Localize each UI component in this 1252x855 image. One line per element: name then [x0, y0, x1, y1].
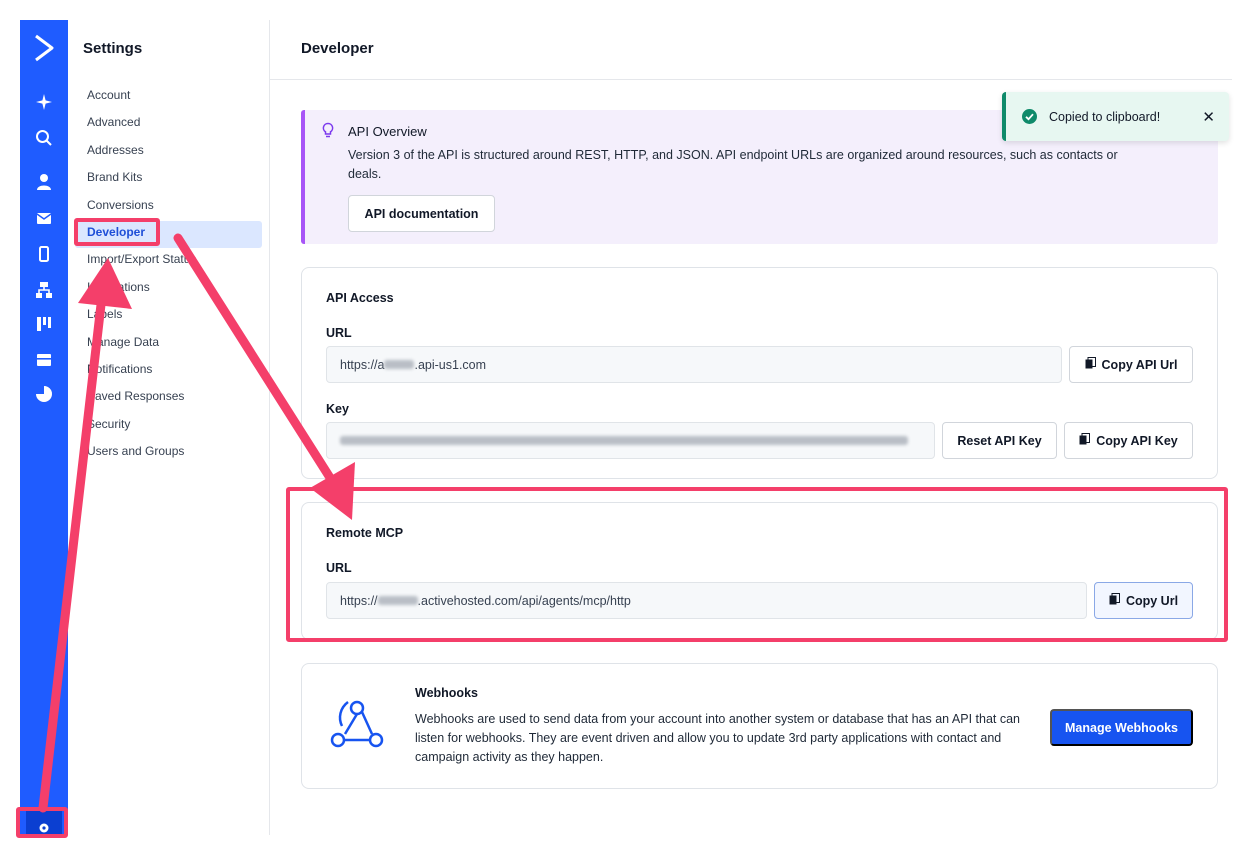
sidebar-item-conversions[interactable]: Conversions — [75, 194, 262, 221]
api-key-label: Key — [326, 402, 349, 416]
copied-toast: Copied to clipboard! ✕ — [1002, 92, 1229, 141]
api-url-prefix: https://a — [340, 357, 385, 372]
remote-mcp-title: Remote MCP — [326, 526, 404, 540]
manage-webhooks-button[interactable]: Manage Webhooks — [1050, 709, 1193, 746]
automation-icon[interactable] — [30, 276, 58, 304]
redacted-text — [377, 596, 418, 605]
toast-message: Copied to clipboard! — [1049, 109, 1161, 124]
search-icon[interactable] — [30, 124, 58, 152]
mail-icon[interactable] — [30, 204, 58, 232]
title-divider — [270, 79, 1232, 80]
sidebar-title: Settings — [83, 40, 143, 57]
check-circle-icon — [1022, 109, 1037, 124]
sidebar-item-account[interactable]: Account — [75, 84, 262, 111]
sparkle-icon[interactable] — [30, 88, 58, 116]
activecampaign-logo-icon[interactable] — [28, 28, 60, 68]
settings-menu: Account Advanced Addresses Brand Kits Co… — [75, 84, 262, 467]
webhooks-title: Webhooks — [415, 686, 478, 700]
copy-api-key-label: Copy API Key — [1096, 433, 1178, 448]
reports-icon[interactable] — [30, 380, 58, 408]
sidebar-item-addresses[interactable]: Addresses — [75, 139, 262, 166]
sidebar-item-saved-responses[interactable]: Saved Responses — [75, 385, 262, 412]
redacted-text — [384, 360, 415, 369]
remote-mcp-card: Remote MCP URL https:// .activehosted.co… — [301, 502, 1218, 640]
copy-api-key-button[interactable]: Copy API Key — [1064, 422, 1193, 459]
copy-mcp-url-button[interactable]: Copy Url — [1094, 582, 1193, 619]
settings-button[interactable] — [26, 809, 62, 835]
settings-sidebar: Settings Account Advanced Addresses Bran… — [68, 20, 270, 835]
sidebar-item-developer[interactable]: Developer — [75, 220, 262, 249]
app-rail — [20, 20, 68, 835]
api-documentation-button[interactable]: API documentation — [348, 195, 495, 232]
copy-mcp-url-label: Copy Url — [1125, 593, 1179, 608]
webhooks-card: Webhooks Webhooks are used to send data … — [301, 663, 1218, 789]
lightbulb-icon — [321, 122, 335, 140]
reset-api-key-button[interactable]: Reset API Key — [942, 422, 1057, 459]
sidebar-item-brand-kits[interactable]: Brand Kits — [75, 166, 262, 193]
api-key-field[interactable] — [326, 422, 935, 459]
copy-api-url-button[interactable]: Copy API Url — [1069, 346, 1193, 383]
api-url-suffix: .api-us1.com — [414, 357, 487, 372]
mcp-url-prefix: https:// — [340, 593, 378, 608]
sidebar-item-users-groups[interactable]: Users and Groups — [75, 440, 262, 467]
api-access-card: API Access URL https://a .api-us1.com Co… — [301, 267, 1218, 479]
forms-icon[interactable] — [30, 346, 58, 374]
contacts-icon[interactable] — [30, 168, 58, 196]
pipeline-icon[interactable] — [30, 310, 58, 338]
mcp-url-label: URL — [326, 561, 352, 575]
overview-text: Version 3 of the API is structured aroun… — [348, 148, 1118, 181]
mobile-icon[interactable] — [30, 240, 58, 268]
page-title: Developer — [301, 40, 374, 57]
webhooks-text: Webhooks are used to send data from your… — [415, 712, 1020, 764]
api-url-field[interactable]: https://a .api-us1.com — [326, 346, 1062, 383]
sidebar-item-advanced[interactable]: Advanced — [75, 111, 262, 138]
mcp-url-field[interactable]: https:// .activehosted.com/api/agents/mc… — [326, 582, 1087, 619]
copy-icon — [1085, 357, 1096, 372]
gear-icon — [37, 819, 51, 835]
copy-icon — [1109, 593, 1120, 608]
sidebar-item-labels[interactable]: Labels — [75, 303, 262, 330]
sidebar-item-notifications[interactable]: Notifications — [75, 358, 262, 385]
sidebar-item-manage-data[interactable]: Manage Data — [75, 331, 262, 358]
copy-api-url-label: Copy API Url — [1101, 357, 1178, 372]
api-url-label: URL — [326, 326, 352, 340]
sidebar-item-integrations[interactable]: Integrations — [75, 276, 262, 303]
copy-icon — [1079, 433, 1091, 448]
mcp-url-suffix: .activehosted.com/api/agents/mcp/http — [417, 593, 631, 608]
sidebar-item-security[interactable]: Security — [75, 413, 262, 440]
overview-title: API Overview — [348, 124, 427, 139]
api-access-title: API Access — [326, 291, 394, 305]
sidebar-item-import-export[interactable]: Import/Export Status — [75, 248, 262, 275]
redacted-api-key — [340, 436, 908, 445]
webhook-icon — [326, 694, 388, 754]
close-icon[interactable]: ✕ — [1202, 108, 1215, 126]
